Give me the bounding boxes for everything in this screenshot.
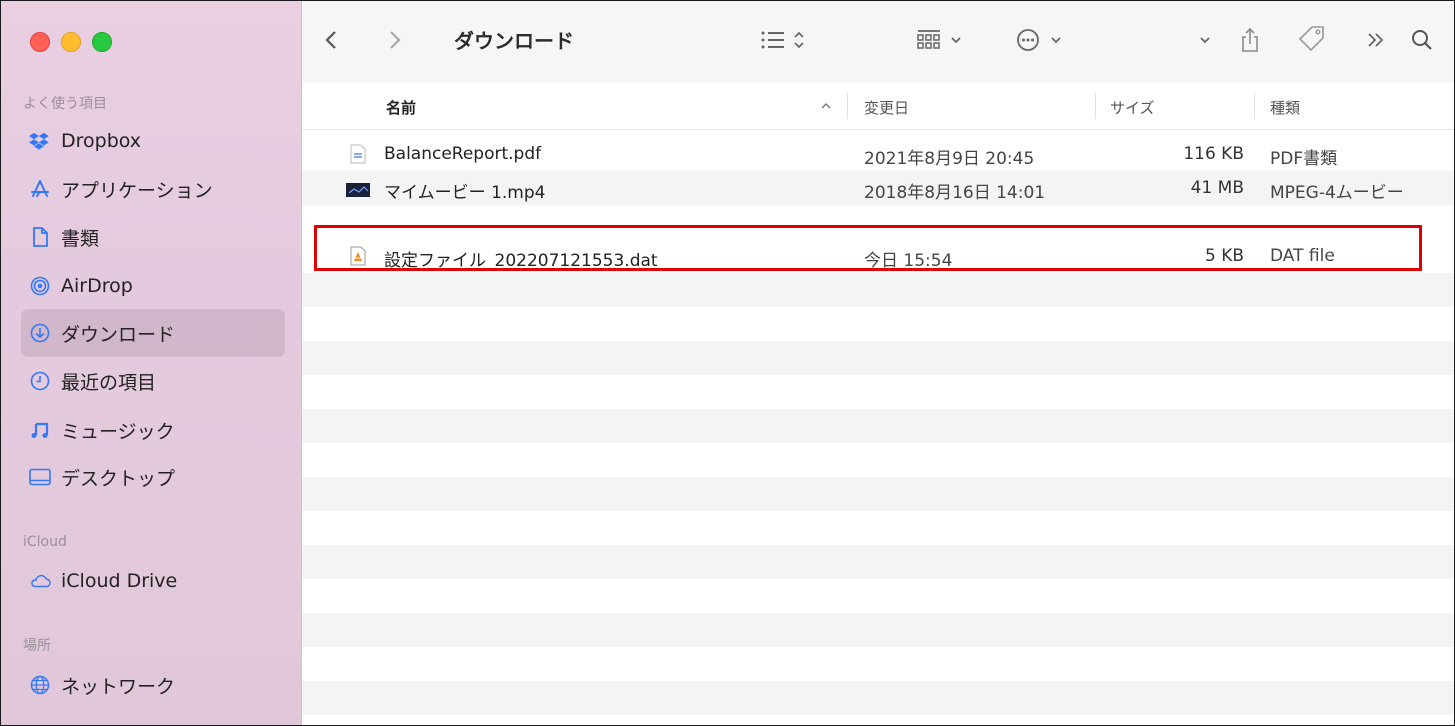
minimize-button[interactable] (61, 32, 81, 52)
download-icon (29, 322, 51, 344)
search-icon (1412, 30, 1432, 50)
file-row[interactable]: BalanceReport.pdf 2021年8月9日 20:45 116 KB… (302, 137, 1454, 171)
empty-row (302, 341, 1454, 375)
file-name: マイムービー 1.mp4 (384, 183, 546, 203)
sidebar-item-network[interactable]: ネットワーク (21, 661, 285, 709)
sidebar-section-icloud: iCloud (23, 534, 67, 550)
sidebar-section-favorites: よく使う項目 (23, 96, 107, 112)
sidebar-item-downloads[interactable]: ダウンロード (21, 309, 285, 357)
chevron-right-icon (390, 31, 401, 49)
highlight-box (314, 225, 1422, 271)
double-chevron-right-icon (1368, 33, 1384, 47)
search-button[interactable] (1410, 23, 1434, 57)
clock-icon (29, 370, 51, 392)
sidebar-item-label: ダウンロード (61, 323, 176, 346)
grid-icon (917, 30, 961, 49)
file-kind: MPEG-4ムービー (1270, 183, 1404, 203)
column-separator[interactable] (847, 93, 848, 119)
file-size: 41 MB (1190, 178, 1244, 198)
sidebar-item-label: アプリケーション (61, 179, 213, 202)
zoom-button[interactable] (92, 32, 112, 52)
file-kind: PDF書類 (1270, 149, 1338, 169)
network-icon (29, 674, 51, 696)
more-dropdown-button[interactable] (1198, 23, 1212, 57)
empty-row (302, 545, 1454, 579)
column-header: 名前 変更日 サイズ 種類 (302, 83, 1454, 130)
pdf-file-icon (350, 144, 366, 164)
applications-icon (29, 178, 51, 200)
sidebar-item-label: ミュージック (61, 420, 175, 443)
sidebar-item-desktop[interactable]: デスクトップ (21, 453, 285, 501)
tag-icon (1298, 26, 1324, 52)
sidebar-item-label: Dropbox (61, 130, 142, 152)
action-menu-button[interactable] (1016, 23, 1074, 57)
sidebar-item-label: AirDrop (61, 275, 133, 297)
sidebar-item-label: ネットワーク (61, 675, 176, 698)
sidebar-item-dropbox[interactable]: Dropbox (21, 117, 285, 165)
sidebar-item-music[interactable]: ミュージック (21, 406, 285, 454)
dropbox-icon (29, 130, 51, 152)
sidebar-item-icloud-drive[interactable]: iCloud Drive (21, 557, 285, 605)
cloud-icon (29, 570, 51, 592)
file-date: 2021年8月9日 20:45 (864, 149, 1035, 169)
empty-row (302, 409, 1454, 443)
file-size: 116 KB (1183, 144, 1244, 164)
toolbar: ダウンロード (302, 1, 1454, 84)
file-date: 2018年8月16日 14:01 (864, 183, 1046, 203)
empty-row (302, 477, 1454, 511)
movie-file-icon (346, 183, 370, 197)
sidebar-item-documents[interactable]: 書類 (21, 213, 285, 261)
close-button[interactable] (30, 32, 50, 52)
column-name[interactable]: 名前 (386, 97, 416, 118)
sidebar-item-recents[interactable]: 最近の項目 (21, 357, 285, 405)
sidebar: よく使う項目 Dropbox アプリケーション 書類 AirDrop ダウンロー… (1, 1, 302, 725)
chevron-down-icon (1200, 37, 1210, 44)
ellipsis-circle-icon (1017, 29, 1061, 51)
tag-button[interactable] (1296, 23, 1326, 57)
group-button[interactable] (916, 23, 968, 57)
column-kind[interactable]: 種類 (1270, 97, 1300, 118)
file-row[interactable]: マイムービー 1.mp4 2018年8月16日 14:01 41 MB MPEG… (302, 171, 1454, 205)
view-list-button[interactable] (760, 23, 810, 57)
finder-window: よく使う項目 Dropbox アプリケーション 書類 AirDrop ダウンロー… (0, 0, 1455, 726)
music-icon (29, 419, 51, 441)
empty-row (302, 613, 1454, 647)
column-separator[interactable] (1095, 93, 1096, 119)
sidebar-item-applications[interactable]: アプリケーション (21, 165, 285, 213)
sidebar-item-label: 最近の項目 (61, 371, 157, 394)
window-controls (30, 32, 112, 52)
empty-row (302, 681, 1454, 715)
share-button[interactable] (1240, 23, 1260, 57)
sidebar-item-label: 書類 (61, 227, 100, 250)
sidebar-item-label: デスクトップ (61, 467, 176, 490)
empty-row (302, 273, 1454, 307)
column-separator[interactable] (1254, 93, 1255, 119)
column-date[interactable]: 変更日 (864, 97, 909, 118)
toolbar-overflow-button[interactable] (1366, 23, 1386, 57)
forward-button[interactable] (388, 23, 402, 57)
airdrop-icon (29, 275, 51, 297)
list-view-icon (761, 31, 804, 49)
sidebar-item-label: iCloud Drive (61, 570, 178, 592)
window-title: ダウンロード (454, 29, 574, 53)
back-button[interactable] (324, 23, 338, 57)
sidebar-section-locations: 場所 (23, 638, 51, 654)
share-icon (1242, 27, 1258, 52)
sort-ascending-icon (821, 103, 831, 109)
document-icon (29, 226, 51, 248)
sidebar-item-airdrop[interactable]: AirDrop (21, 262, 285, 310)
column-size[interactable]: サイズ (1110, 97, 1155, 118)
desktop-icon (29, 466, 51, 488)
file-name: BalanceReport.pdf (384, 144, 542, 164)
chevron-left-icon (325, 31, 336, 49)
file-list: BalanceReport.pdf 2021年8月9日 20:45 116 KB… (302, 129, 1454, 725)
